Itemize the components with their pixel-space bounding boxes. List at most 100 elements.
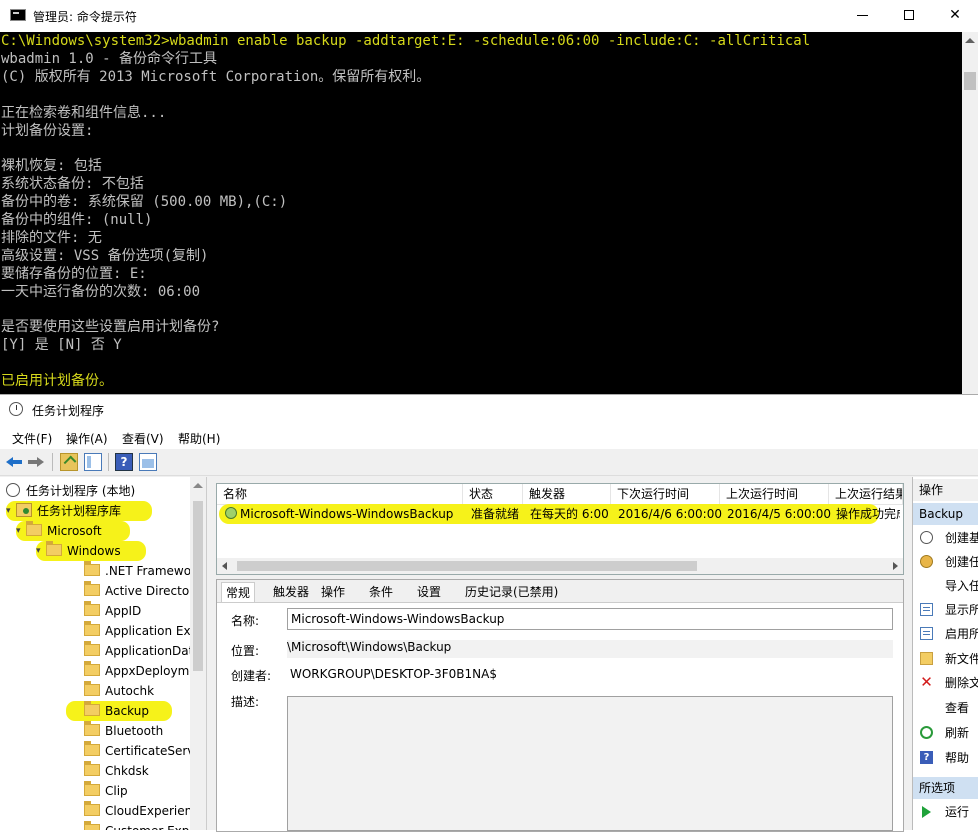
scheduler-titlebar[interactable]: 任务计划程序	[0, 395, 978, 425]
tree-folder-item[interactable]: Active Director	[84, 581, 194, 601]
scroll-up-arrow-icon[interactable]	[193, 483, 203, 488]
folder-icon	[84, 681, 100, 696]
column-last-result[interactable]: 上次运行结果	[829, 484, 903, 504]
action-label: 运行	[945, 805, 970, 819]
console-line: 是否要使用这些设置启用计划备份?	[1, 319, 220, 336]
tree-root-label: 任务计划程序 (本地)	[26, 484, 136, 498]
tab-triggers[interactable]: 触发器	[269, 582, 313, 602]
cmd-window: 管理员: 命令提示符 ✕ C:\Windows\system32>wbadmin…	[0, 0, 978, 394]
tree-folder-item[interactable]: Chkdsk	[84, 761, 149, 781]
tree-windows[interactable]: ▾ Windows	[36, 541, 146, 561]
column-last-run[interactable]: 上次运行时间	[720, 484, 829, 504]
action-label: 创建任务...	[945, 555, 978, 569]
cmd-scrollbar[interactable]	[962, 32, 978, 394]
actions-group-backup[interactable]: Backup	[913, 503, 978, 525]
task-row[interactable]: Microsoft-Windows-WindowsBackup 准备就绪 在每天…	[219, 504, 901, 524]
column-trigger[interactable]: 触发器	[523, 484, 611, 504]
menu-help[interactable]: 帮助(H)	[178, 430, 220, 447]
maximize-button[interactable]	[886, 0, 932, 32]
toolbar-separator	[52, 453, 53, 471]
action-label: 启用所有任务历史记录	[945, 627, 978, 641]
scrollbar-thumb[interactable]	[193, 501, 203, 671]
scrollbar-thumb[interactable]	[237, 561, 697, 571]
tree-folder-item[interactable]: ApplicationDat	[84, 641, 193, 661]
cmd-titlebar[interactable]: 管理员: 命令提示符 ✕	[0, 0, 978, 32]
clock-icon	[6, 483, 20, 497]
tab-actions[interactable]: 操作	[317, 582, 349, 602]
forward-arrow-icon[interactable]	[28, 453, 46, 471]
task-list: 名称 状态 触发器 下次运行时间 上次运行时间 上次运行结果 Microsoft…	[216, 483, 904, 575]
action-pane-icon[interactable]	[139, 453, 157, 471]
console-line: 一天中运行备份的次数: 06:00	[1, 283, 201, 300]
action-create-task[interactable]: 创建任务...	[913, 550, 978, 574]
tree-scrollbar[interactable]	[190, 477, 206, 830]
help-icon[interactable]: ?	[115, 453, 133, 471]
action-label: 导入任务...	[945, 579, 978, 593]
action-show-running[interactable]: 显示所有正在运行的任务	[913, 598, 978, 622]
expand-chevron-icon[interactable]: ▾	[16, 521, 26, 541]
task-name: Microsoft-Windows-WindowsBackup	[240, 507, 454, 521]
close-button[interactable]: ✕	[932, 0, 978, 32]
folder-icon	[84, 581, 100, 596]
column-name[interactable]: 名称	[217, 484, 463, 504]
action-view[interactable]: 查看	[913, 696, 978, 720]
action-help[interactable]: ? 帮助	[913, 746, 978, 770]
column-status[interactable]: 状态	[463, 484, 523, 504]
tree-library[interactable]: ▾ 任务计划程序库	[6, 501, 152, 521]
tree-folder-item[interactable]: Application Exp	[84, 621, 198, 641]
action-create-basic-task[interactable]: 创建基本任务...	[913, 526, 978, 550]
tree-folder-item[interactable]: AppID	[84, 601, 141, 621]
expand-chevron-icon[interactable]: ▾	[6, 501, 16, 521]
action-enable-history[interactable]: 启用所有任务历史记录	[913, 622, 978, 646]
tree-folder-item[interactable]: CertificateServi	[84, 741, 198, 761]
action-import-task[interactable]: 导入任务...	[913, 574, 978, 598]
console-line: 计划备份设置:	[1, 122, 94, 139]
task-next-run: 2016/4/6 6:00:00	[618, 507, 722, 521]
task-list-hscrollbar[interactable]	[217, 558, 903, 574]
action-new-folder[interactable]: 新文件夹...	[913, 647, 978, 671]
tree-folder-label: Backup	[105, 704, 149, 718]
action-run[interactable]: 运行	[913, 800, 978, 824]
folder-icon	[84, 661, 100, 676]
scroll-left-arrow-icon[interactable]	[222, 562, 227, 570]
menu-view[interactable]: 查看(V)	[122, 430, 164, 447]
tab-settings[interactable]: 设置	[413, 582, 445, 602]
scrollbar-thumb[interactable]	[964, 72, 976, 90]
tree-folder-item[interactable]: CloudExperien	[84, 801, 192, 821]
tree-folder-label: Active Director	[105, 584, 195, 598]
action-label: 显示所有正在运行的任务	[945, 603, 978, 617]
tree-windows-label: Windows	[67, 544, 121, 558]
tree-folder-item[interactable]: Clip	[84, 781, 128, 801]
actions-selected-header[interactable]: 所选项	[913, 777, 978, 799]
action-label: 查看	[945, 701, 970, 715]
column-next-run[interactable]: 下次运行时间	[611, 484, 720, 504]
menu-file[interactable]: 文件(F)	[12, 430, 52, 447]
console-line: 要储存备份的位置: E:	[1, 265, 147, 282]
tab-history[interactable]: 历史记录(已禁用)	[461, 582, 562, 602]
name-field[interactable]: Microsoft-Windows-WindowsBackup	[287, 608, 893, 630]
tab-conditions[interactable]: 条件	[365, 582, 397, 602]
tree-root[interactable]: 任务计划程序 (本地)	[6, 481, 135, 501]
tree-folder-item[interactable]: Bluetooth	[84, 721, 163, 741]
tree-folder-item[interactable]: AppxDeployme	[84, 661, 197, 681]
show-tree-icon[interactable]	[84, 453, 102, 471]
detail-tabs: 常规 触发器 操作 条件 设置 历史记录(已禁用)	[217, 580, 903, 603]
action-refresh[interactable]: 刷新	[913, 721, 978, 745]
cmd-console-output[interactable]: C:\Windows\system32>wbadmin enable backu…	[0, 32, 962, 394]
tree-microsoft[interactable]: ▾ Microsoft	[16, 521, 130, 541]
scroll-right-arrow-icon[interactable]	[893, 562, 898, 570]
menu-action[interactable]: 操作(A)	[66, 430, 108, 447]
action-delete-folder[interactable]: ✕ 删除文件夹	[913, 671, 978, 695]
back-arrow-icon[interactable]	[6, 453, 24, 471]
folder-icon	[84, 821, 100, 830]
description-field[interactable]	[287, 696, 893, 831]
minimize-button[interactable]	[840, 0, 886, 32]
scroll-up-arrow-icon[interactable]	[965, 38, 975, 43]
tree-folder-item[interactable]: Autochk	[84, 681, 154, 701]
tab-general[interactable]: 常规	[221, 582, 256, 602]
tree-folder-backup[interactable]: Backup	[66, 701, 172, 721]
up-folder-icon[interactable]	[60, 453, 78, 471]
tree-folder-item[interactable]: .NET Framewo	[84, 561, 191, 581]
expand-chevron-icon[interactable]: ▾	[36, 541, 46, 561]
tree-folder-label: ApplicationDat	[105, 644, 194, 658]
